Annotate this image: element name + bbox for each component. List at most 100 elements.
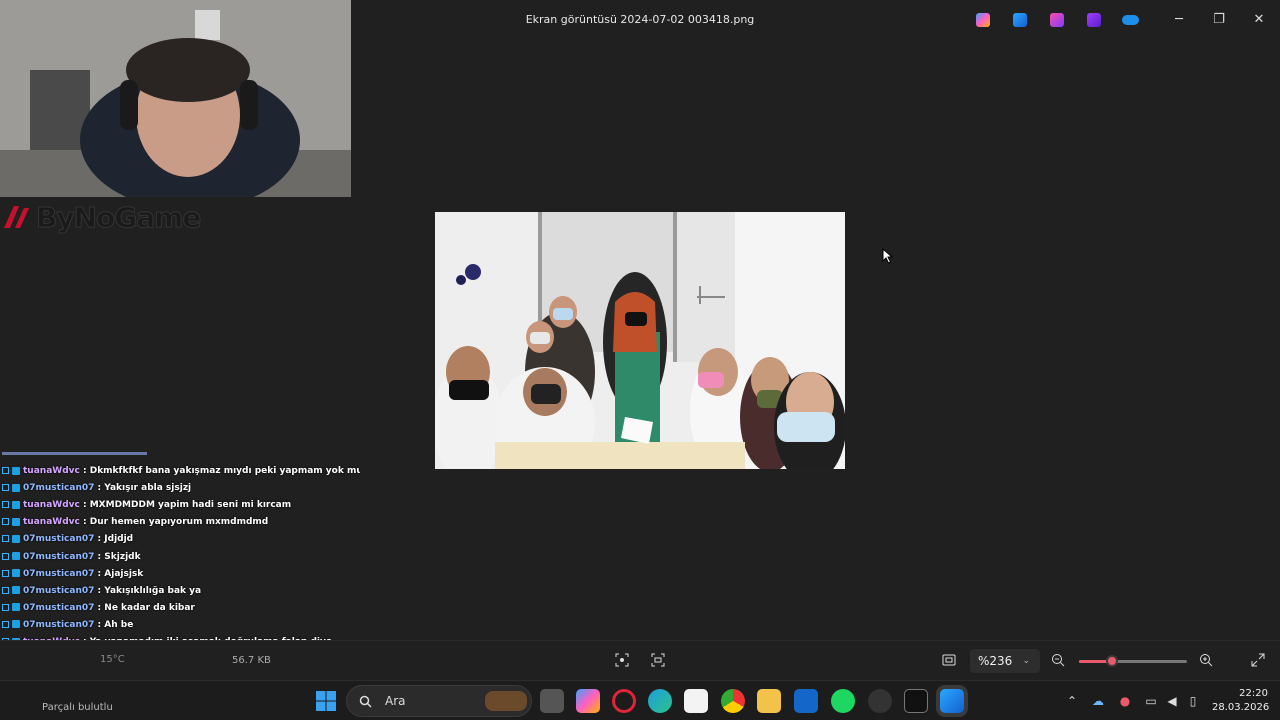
chat-text: Jdjdjd (104, 534, 134, 545)
file-explorer-icon[interactable] (757, 689, 781, 713)
chat-username[interactable]: 07mustican07 (23, 483, 94, 493)
chat-separator: : (94, 568, 105, 579)
chat-badge-icon (12, 620, 20, 629)
microphone-icon[interactable]: ● (1117, 693, 1133, 709)
zoom-out-icon[interactable] (1050, 653, 1066, 669)
chrome-icon[interactable] (721, 689, 745, 713)
chat-username[interactable]: 07mustican07 (23, 534, 94, 544)
weather-label: Parçalı bulutlu (42, 702, 113, 713)
battery-icon[interactable]: ▯ (1185, 693, 1201, 709)
weather-temp-ghost: 15°C (100, 654, 125, 665)
chat-username[interactable]: tuanaWdvc (23, 517, 80, 527)
obs-icon[interactable] (868, 689, 892, 713)
chat-badge-icon (12, 466, 20, 475)
search-highlight-image (485, 691, 527, 711)
chat-badge-icon (2, 552, 9, 560)
chat-badge-icon (12, 552, 20, 560)
chat-badge-icon (2, 535, 9, 543)
chat-badge-icon (2, 467, 9, 474)
chat-username[interactable]: tuanaWdvc (23, 500, 80, 510)
windows-icon (316, 691, 336, 711)
chat-badge-icon (2, 586, 9, 594)
clock-time: 22:20 (1239, 688, 1268, 699)
chat-text: Yakışır abla sjsjzj (104, 483, 192, 494)
actual-size-icon[interactable] (941, 653, 957, 669)
chat-badge-icon (2, 501, 9, 509)
webcam-overlay (0, 0, 351, 197)
chat-message: 07mustican07 : Jdjdjd (2, 531, 133, 547)
chat-username[interactable]: 07mustican07 (23, 552, 94, 562)
network-icon[interactable]: ▭ (1143, 693, 1159, 709)
edge-icon[interactable] (648, 689, 672, 713)
taskbar-search[interactable]: Ara (346, 685, 532, 717)
copilot-icon[interactable] (976, 13, 990, 27)
task-view-icon[interactable] (540, 689, 564, 713)
chat-separator: : (94, 619, 105, 630)
photos-icon[interactable] (1013, 13, 1027, 27)
chat-separator: : (94, 585, 105, 596)
viewer-toolbar: 15°C 56.7 KB %236 ⌄ (0, 640, 1280, 680)
clock-date: 28.03.2026 (1212, 702, 1270, 713)
search-placeholder: Ara (385, 694, 406, 708)
chat-separator: : (94, 534, 105, 545)
zoom-dropdown[interactable]: %236 ⌄ (970, 649, 1040, 673)
visual-search-icon[interactable] (650, 653, 666, 669)
chat-badge-icon (12, 586, 20, 595)
chat-separator: : (94, 483, 105, 494)
group-photo-image (435, 212, 845, 469)
chat-text: Yakışıklılığa bak ya (104, 585, 202, 596)
outlook-icon[interactable] (794, 689, 818, 713)
onedrive-icon[interactable] (1122, 15, 1139, 25)
chat-message: 07mustican07 : Ne kadar da kibar (2, 600, 195, 616)
designer-icon[interactable] (1050, 13, 1064, 27)
chat-text: MXMDMDDM yapim hadi seni mi kırcam (89, 500, 292, 511)
clock[interactable]: 22:20 28.03.2026 (1212, 687, 1270, 715)
chat-message: 07mustican07 : Ajajsjsk (2, 566, 143, 582)
onedrive-tray-icon[interactable]: ☁ (1090, 693, 1106, 709)
photos-taskbar-icon[interactable] (940, 689, 964, 713)
minimize-button[interactable]: ─ (1167, 10, 1191, 30)
chat-message: 07mustican07 : Ah be (2, 617, 133, 633)
chat-text: Skjzjdk (104, 551, 141, 562)
chevron-down-icon: ⌄ (1022, 656, 1030, 666)
chat-separator: : (79, 500, 90, 511)
clipchamp-icon[interactable] (1087, 13, 1101, 27)
fullscreen-icon[interactable] (1250, 653, 1266, 669)
chevron-up-icon[interactable]: ⌃ (1064, 693, 1080, 709)
chat-username[interactable]: 07mustican07 (23, 603, 94, 613)
zoom-slider-handle[interactable] (1106, 655, 1119, 667)
chat-separator: : (94, 551, 105, 562)
opera-icon[interactable] (612, 689, 636, 713)
chat-badge-icon (12, 483, 20, 492)
search-icon (359, 695, 372, 708)
chat-separator: : (79, 517, 90, 528)
chat-badge-icon (12, 517, 20, 526)
zoom-in-icon[interactable] (1198, 653, 1214, 669)
close-button[interactable]: ✕ (1247, 10, 1271, 30)
chat-text: Ah be (104, 619, 134, 630)
spotify-icon[interactable] (831, 689, 855, 713)
chat-badge-icon (12, 534, 20, 543)
bynogame-logo-icon (4, 206, 29, 228)
chat-badge-icon (2, 569, 9, 577)
chat-message: tuanaWdvc : Dkmkfkfkf bana yakışmaz mıyd… (2, 463, 360, 479)
volume-icon[interactable]: ◀ (1164, 693, 1180, 709)
chat-message: 07mustican07 : Skjzjdk (2, 549, 141, 565)
chat-message: 07mustican07 : Yakışır abla sjsjzj (2, 480, 191, 496)
capcut-icon[interactable] (904, 689, 928, 713)
screen: Ekran görüntüsü 2024-07-02 003418.png ─ … (0, 0, 1280, 720)
chat-username[interactable]: 07mustican07 (23, 586, 94, 596)
chat-username[interactable]: 07mustican07 (23, 620, 94, 630)
fit-selection-icon[interactable] (614, 653, 630, 669)
store-icon[interactable] (684, 689, 708, 713)
chat-username[interactable]: tuanaWdvc (23, 466, 80, 476)
copilot-taskbar-icon[interactable] (576, 689, 600, 713)
chat-badge-icon (2, 484, 9, 492)
mouse-cursor-icon (882, 248, 894, 264)
chat-username[interactable]: 07mustican07 (23, 569, 94, 579)
chat-text: Dur hemen yapıyorum mxmdmdmd (89, 517, 269, 528)
chat-text: Ne kadar da kibar (104, 602, 195, 613)
start-button[interactable] (314, 689, 338, 713)
viewed-photo[interactable] (435, 212, 845, 469)
restore-button[interactable]: ❐ (1207, 10, 1231, 30)
